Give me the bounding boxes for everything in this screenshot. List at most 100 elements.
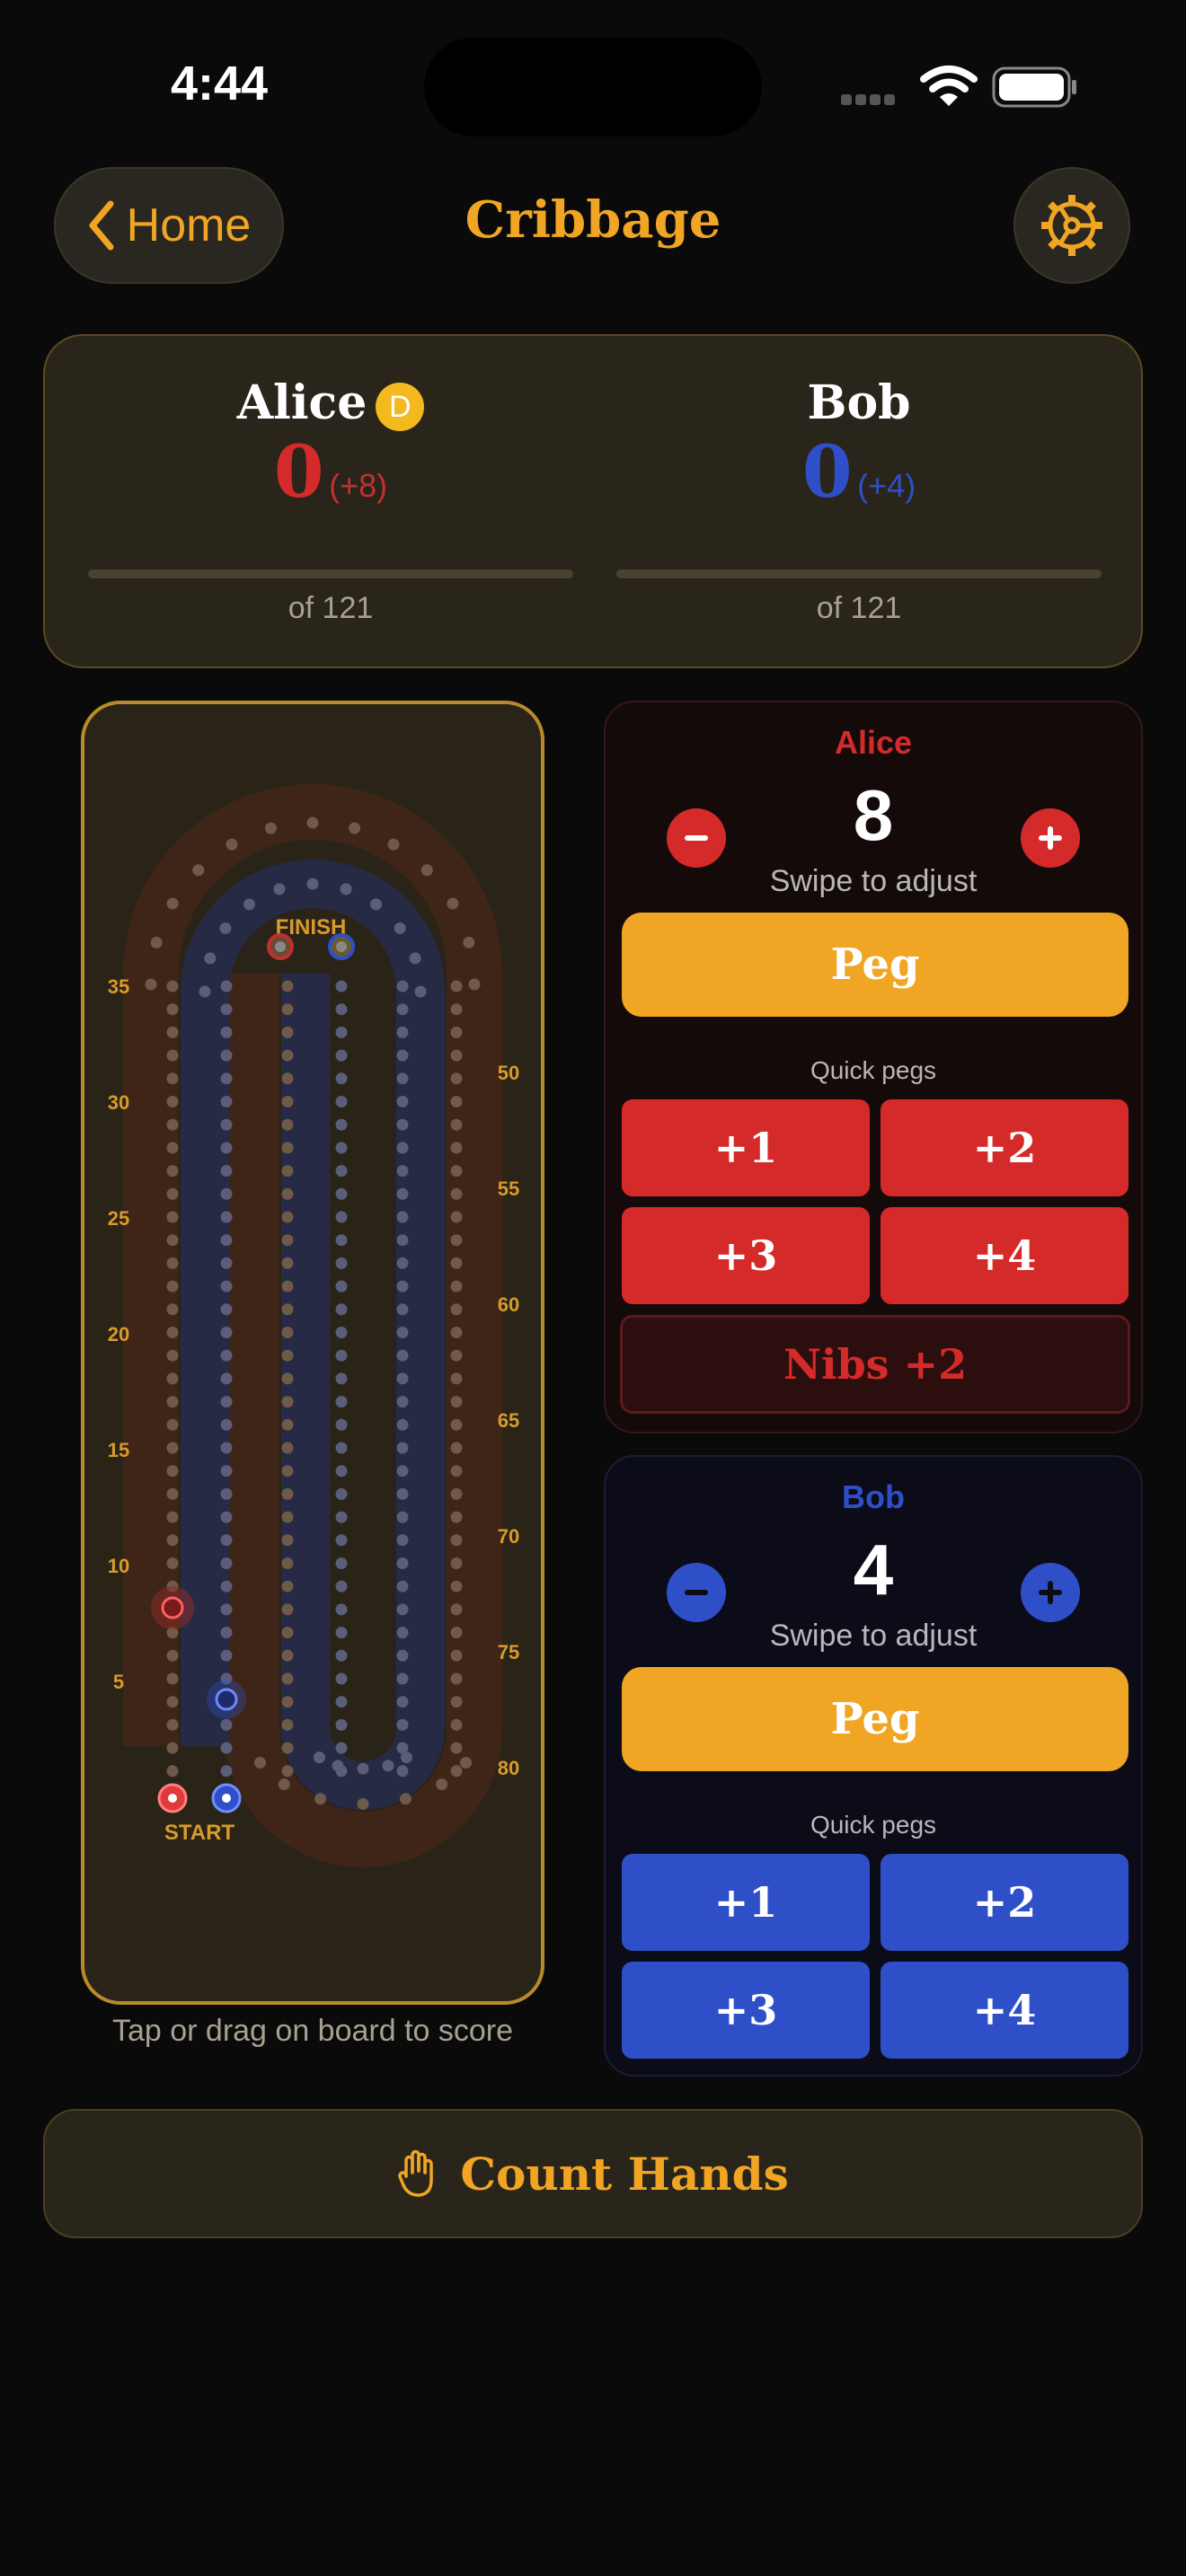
board-hole-inner-left[interactable] xyxy=(220,1280,233,1292)
board-hole-bottom-arc-outer[interactable] xyxy=(357,1797,369,1810)
cribbage-board[interactable]: FINISH START 35 30 25 20 15 10 5 50 55 60 65 70 75 8… xyxy=(81,701,544,2005)
alice-quick-peg-2[interactable]: +2 xyxy=(881,1099,1128,1196)
board-hole-inner-left[interactable] xyxy=(220,1718,233,1731)
board-hole-outer-right[interactable] xyxy=(450,1418,463,1431)
board-hole-inner-left[interactable] xyxy=(220,1487,233,1500)
board-hole-top-arc-outer[interactable] xyxy=(264,822,277,834)
board-hole-inner-left[interactable] xyxy=(220,1580,233,1592)
board-hole-outer-mid[interactable] xyxy=(281,1303,294,1316)
board-hole-inner-left[interactable] xyxy=(220,1303,233,1316)
bob-quick-peg-1[interactable]: +1 xyxy=(622,1854,870,1951)
board-hole-inner-left[interactable] xyxy=(220,1627,233,1639)
board-hole-inner-left[interactable] xyxy=(220,1442,233,1454)
board-hole-outer-mid[interactable] xyxy=(281,1534,294,1547)
board-hole-top-arc-inner[interactable] xyxy=(219,922,232,934)
board-hole-inner-right[interactable] xyxy=(396,1257,409,1269)
board-hole-outer-right[interactable] xyxy=(450,1096,463,1107)
bob-quick-peg-4[interactable]: +4 xyxy=(881,1962,1128,2059)
board-hole-top-arc-outer[interactable] xyxy=(150,936,163,948)
board-hole-inner-mid[interactable] xyxy=(335,1187,348,1200)
board-hole-outer-mid[interactable] xyxy=(281,1396,294,1408)
board-hole-outer-right[interactable] xyxy=(450,1049,463,1062)
board-hole-inner-left[interactable] xyxy=(220,1349,233,1362)
board-hole-inner-right[interactable] xyxy=(396,1303,409,1316)
board-hole-outer-left[interactable] xyxy=(166,1211,179,1223)
board-hole-inner-right[interactable] xyxy=(396,1234,409,1247)
board-hole-bottom-arc-outer[interactable] xyxy=(278,1778,290,1791)
board-hole-outer-right[interactable] xyxy=(450,1511,463,1523)
board-hole-outer-mid[interactable] xyxy=(281,1696,294,1708)
board-hole-outer-mid[interactable] xyxy=(281,1742,294,1754)
board-hole-outer-mid[interactable] xyxy=(281,1234,294,1247)
board-hole-inner-mid[interactable] xyxy=(335,1211,348,1223)
board-hole-inner-left[interactable] xyxy=(220,1257,233,1269)
board-hole-inner-mid[interactable] xyxy=(335,1142,348,1154)
board-hole-inner-mid[interactable] xyxy=(335,1534,348,1547)
board-hole-outer-left[interactable] xyxy=(166,1349,179,1362)
board-hole-inner-mid[interactable] xyxy=(335,1280,348,1292)
board-hole-outer-mid[interactable] xyxy=(281,1603,294,1616)
board-hole-outer-left[interactable] xyxy=(166,1534,179,1547)
count-hands-button[interactable]: Count Hands xyxy=(43,2109,1143,2238)
board-hole-inner-left[interactable] xyxy=(220,1026,233,1038)
board-hole-inner-mid[interactable] xyxy=(335,1396,348,1408)
board-hole-top-arc-inner[interactable] xyxy=(243,898,255,911)
board-hole-inner-right[interactable] xyxy=(396,1211,409,1223)
board-hole-outer-left[interactable] xyxy=(166,1511,179,1523)
alice-quick-peg-4[interactable]: +4 xyxy=(881,1207,1128,1304)
board-hole-outer-mid[interactable] xyxy=(281,1280,294,1292)
board-hole-inner-left[interactable] xyxy=(220,1096,233,1107)
board-hole-top-arc-outer[interactable] xyxy=(468,978,481,991)
board-hole-inner-left[interactable] xyxy=(220,980,233,992)
board-hole-outer-mid[interactable] xyxy=(281,1627,294,1639)
board-hole-outer-left[interactable] xyxy=(166,1396,179,1408)
board-hole-inner-left[interactable] xyxy=(220,1603,233,1616)
board-hole-inner-mid[interactable] xyxy=(335,1627,348,1639)
board-hole-outer-left[interactable] xyxy=(166,1234,179,1247)
board-hole-inner-right[interactable] xyxy=(396,1187,409,1200)
board-hole-outer-left[interactable] xyxy=(166,1142,179,1154)
board-hole-inner-mid[interactable] xyxy=(335,1418,348,1431)
board-hole-inner-left[interactable] xyxy=(220,1165,233,1178)
board-hole-inner-mid[interactable] xyxy=(335,1580,348,1592)
board-hole-inner-mid[interactable] xyxy=(335,1557,348,1569)
board-hole-outer-mid[interactable] xyxy=(281,980,294,992)
board-hole-outer-left[interactable] xyxy=(166,1372,179,1385)
board-hole-inner-right[interactable] xyxy=(396,1003,409,1016)
board-hole-outer-mid[interactable] xyxy=(281,1649,294,1662)
board-hole-inner-right[interactable] xyxy=(396,1696,409,1708)
board-hole-inner-right[interactable] xyxy=(396,980,409,992)
board-hole-inner-left[interactable] xyxy=(220,1742,233,1754)
board-hole-inner-right[interactable] xyxy=(396,1487,409,1500)
board-hole-outer-right[interactable] xyxy=(450,1534,463,1547)
board-hole-inner-left[interactable] xyxy=(220,1534,233,1547)
board-hole-outer-mid[interactable] xyxy=(281,1049,294,1062)
board-hole-inner-left[interactable] xyxy=(220,1396,233,1408)
board-hole-outer-left[interactable] xyxy=(166,1742,179,1754)
board-hole-inner-left[interactable] xyxy=(220,1211,233,1223)
board-hole-outer-mid[interactable] xyxy=(281,1465,294,1478)
board-hole-outer-left[interactable] xyxy=(166,1072,179,1085)
board-hole-inner-mid[interactable] xyxy=(335,1072,348,1085)
board-hole-outer-mid[interactable] xyxy=(281,1165,294,1178)
board-hole-top-arc-inner[interactable] xyxy=(370,898,383,911)
board-hole-outer-mid[interactable] xyxy=(281,1003,294,1016)
board-hole-outer-right[interactable] xyxy=(450,1003,463,1016)
board-hole-bottom-arc-outer[interactable] xyxy=(314,1793,327,1805)
board-hole-outer-mid[interactable] xyxy=(281,1718,294,1731)
board-hole-inner-right[interactable] xyxy=(396,1142,409,1154)
board-hole-outer-right[interactable] xyxy=(450,1072,463,1085)
board-hole-outer-mid[interactable] xyxy=(281,1257,294,1269)
board-hole-outer-left[interactable] xyxy=(166,1280,179,1292)
board-hole-inner-right[interactable] xyxy=(396,1118,409,1131)
board-hole-outer-right[interactable] xyxy=(450,1465,463,1478)
board-hole-outer-right[interactable] xyxy=(450,1557,463,1569)
board-hole-inner-left[interactable] xyxy=(220,1557,233,1569)
board-hole-outer-left[interactable] xyxy=(166,1465,179,1478)
board-hole-inner-mid[interactable] xyxy=(335,1003,348,1016)
alice-quick-peg-3[interactable]: +3 xyxy=(622,1207,870,1304)
board-hole-outer-right[interactable] xyxy=(450,1649,463,1662)
board-hole-inner-mid[interactable] xyxy=(335,1049,348,1062)
bob-front-peg[interactable] xyxy=(215,1688,238,1711)
board-hole-inner-left[interactable] xyxy=(220,1142,233,1154)
